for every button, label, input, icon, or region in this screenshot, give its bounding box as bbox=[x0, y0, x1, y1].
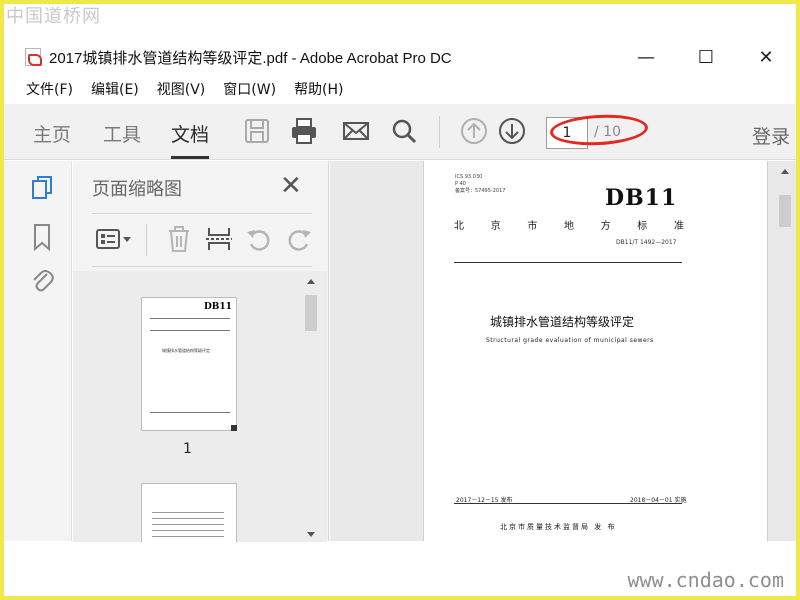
scroll-up-arrow[interactable] bbox=[307, 279, 315, 284]
thumbnail-code: DB11 bbox=[204, 302, 232, 312]
thumbnail-line bbox=[152, 524, 224, 525]
title-bar: 2017城镇排水管道结构等级评定.pdf - Adobe Acrobat Pro… bbox=[4, 40, 796, 74]
insert-page-icon[interactable] bbox=[204, 224, 234, 254]
scrollbar-thumb[interactable] bbox=[305, 295, 317, 331]
panel-toolbar-separator bbox=[146, 224, 147, 256]
doc-standard-char: 准 bbox=[673, 221, 684, 232]
thumbnail-line bbox=[152, 536, 224, 537]
thumbnail-page-number: 1 bbox=[183, 441, 192, 457]
thumbnail-list: DB11 城镇排水管道结构等级评定 1 bbox=[73, 271, 327, 553]
menu-edit[interactable]: 编辑(E) bbox=[91, 79, 139, 99]
save-icon[interactable] bbox=[242, 116, 272, 146]
doc-standard-char: 京 bbox=[490, 221, 501, 232]
doc-record-number: 备案号：57495-2017 bbox=[455, 188, 506, 194]
thumbnail-line bbox=[152, 530, 224, 531]
thumbnail-options-icon[interactable] bbox=[94, 224, 134, 254]
panel-toolbar bbox=[92, 213, 312, 267]
doc-category: P 40 bbox=[455, 181, 466, 187]
doc-standard-char: 标 bbox=[637, 221, 648, 232]
doc-standard-char: 市 bbox=[527, 221, 538, 232]
thumbnail-line bbox=[152, 512, 224, 513]
menu-window[interactable]: 窗口(W) bbox=[223, 79, 276, 99]
login-button[interactable]: 登录 bbox=[752, 122, 790, 149]
doc-standard-type: 北 京 市 地 方 标 准 bbox=[454, 217, 684, 232]
maximize-button[interactable]: ☐ bbox=[676, 40, 736, 74]
doc-ics: ICS 93.030 bbox=[455, 174, 483, 180]
search-icon[interactable] bbox=[389, 116, 419, 146]
left-navigation-rail bbox=[4, 161, 72, 541]
panel-close-button[interactable]: ✕ bbox=[280, 171, 302, 201]
pdf-file-icon bbox=[25, 48, 42, 66]
window-title: 2017城镇排水管道结构等级评定.pdf - Adobe Acrobat Pro… bbox=[49, 49, 452, 67]
watermark-bottom: www.cndao.com bbox=[627, 568, 784, 592]
screenshot-frame: 中国道桥网 2017城镇排水管道结构等级评定.pdf - Adobe Acrob… bbox=[4, 4, 796, 596]
page-down-icon[interactable] bbox=[497, 116, 527, 146]
thumbnail-scrollbar[interactable] bbox=[302, 271, 320, 543]
delete-page-icon[interactable] bbox=[164, 224, 194, 254]
doc-code: DB11 bbox=[605, 185, 678, 211]
menu-help[interactable]: 帮助(H) bbox=[294, 79, 343, 99]
print-icon[interactable] bbox=[289, 116, 319, 146]
thumbnail-title: 城镇排水管道结构等级评定 bbox=[162, 348, 210, 353]
panel-title: 页面缩略图 bbox=[92, 179, 182, 200]
thumbnail-corner bbox=[231, 425, 237, 431]
scrollbar-thumb[interactable] bbox=[779, 195, 791, 227]
document-scrollbar[interactable] bbox=[776, 161, 794, 541]
menu-bar: 文件(F) 编辑(E) 视图(V) 窗口(W) 帮助(H) bbox=[4, 76, 796, 102]
rotate-right-icon[interactable] bbox=[284, 224, 314, 254]
doc-title-cn: 城镇排水管道结构等级评定 bbox=[490, 315, 635, 329]
menu-view[interactable]: 视图(V) bbox=[157, 79, 206, 99]
page-thumbnails-panel: 页面缩略图 ✕ DB11 城镇排水管道结构等级评定 1 bbox=[73, 161, 329, 553]
doc-title-en: Structural grade evaluation of municipal… bbox=[486, 337, 654, 344]
toolbar-separator bbox=[439, 116, 440, 148]
tab-document[interactable]: 文档 bbox=[171, 120, 210, 159]
tab-home[interactable]: 主页 bbox=[33, 120, 71, 147]
thumbnail-line bbox=[152, 518, 224, 519]
pdf-page: ICS 93.030 P 40 备案号：57495-2017 DB11 北 京 … bbox=[423, 161, 768, 541]
doc-standard-char: 地 bbox=[563, 221, 574, 232]
doc-standard-char: 北 bbox=[454, 221, 464, 232]
doc-rule-top bbox=[454, 262, 682, 263]
page-up-icon[interactable] bbox=[459, 116, 489, 146]
doc-standard-number: DB11/T 1492—2017 bbox=[616, 239, 677, 246]
thumbnail-line bbox=[150, 330, 230, 331]
doc-standard-char: 方 bbox=[600, 221, 611, 232]
minimize-button[interactable]: — bbox=[616, 40, 676, 74]
main-toolbar: 主页 工具 文档 1 / 10 登录 bbox=[4, 104, 796, 160]
thumbnail-line bbox=[150, 318, 230, 319]
watermark-top: 中国道桥网 bbox=[6, 6, 101, 27]
doc-publisher: 北京市质量技术监督局 发 布 bbox=[500, 523, 617, 531]
page-thumbnail-1[interactable]: DB11 城镇排水管道结构等级评定 bbox=[141, 297, 237, 431]
thumbnail-line bbox=[150, 412, 230, 413]
page-thumbnails-icon[interactable] bbox=[30, 175, 54, 203]
close-button[interactable]: ✕ bbox=[736, 40, 796, 74]
attachment-icon[interactable] bbox=[30, 265, 54, 293]
scroll-up-arrow[interactable] bbox=[781, 169, 789, 174]
bookmark-icon[interactable] bbox=[30, 223, 54, 251]
doc-rule-bottom bbox=[454, 503, 682, 504]
scroll-down-arrow[interactable] bbox=[307, 532, 315, 537]
window-controls: — ☐ ✕ bbox=[616, 40, 796, 74]
rotate-left-icon[interactable] bbox=[244, 224, 274, 254]
menu-file[interactable]: 文件(F) bbox=[26, 79, 73, 99]
document-view: ICS 93.030 P 40 备案号：57495-2017 DB11 北 京 … bbox=[330, 161, 796, 541]
email-icon[interactable] bbox=[341, 116, 371, 146]
tab-tools[interactable]: 工具 bbox=[103, 120, 141, 147]
